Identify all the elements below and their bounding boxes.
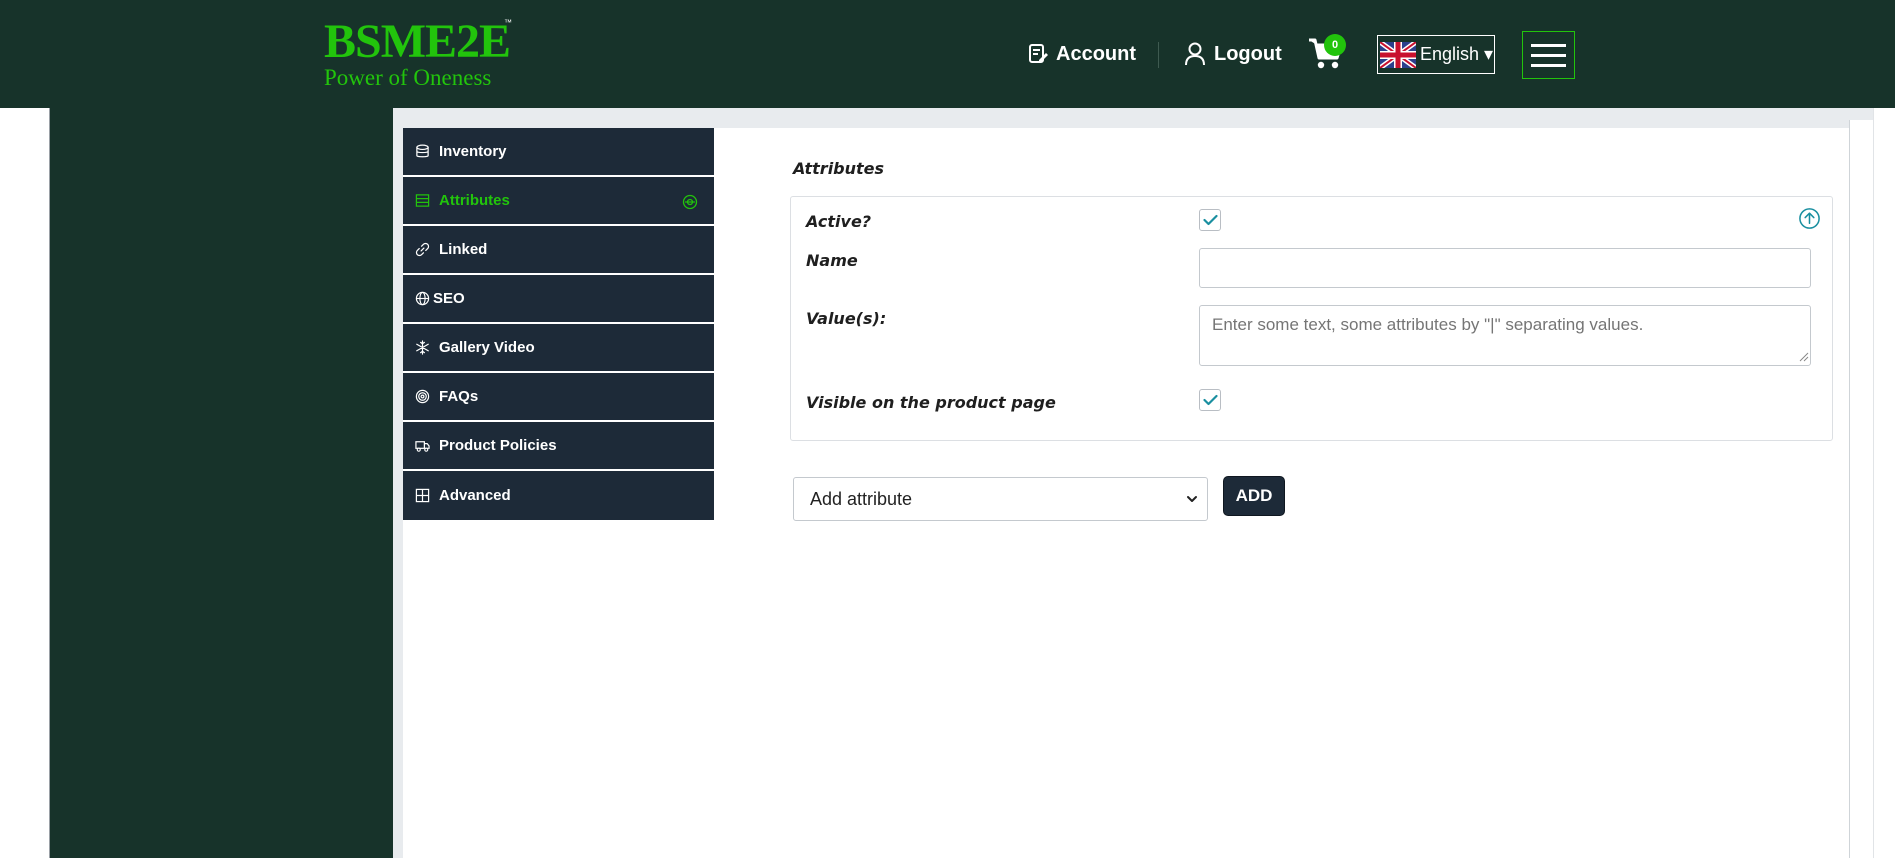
cart-count-badge: 0 bbox=[1324, 34, 1346, 56]
collapse-up-arrow-icon[interactable] bbox=[1798, 207, 1821, 230]
active-checkbox[interactable] bbox=[1199, 209, 1221, 231]
language-label: English ▾ bbox=[1420, 44, 1494, 64]
tab-label: FAQs bbox=[439, 388, 479, 405]
visible-on-product-page-label: Visible on the product page bbox=[806, 393, 1056, 412]
left-sidebar-panel bbox=[50, 108, 393, 858]
tab-inventory[interactable]: Inventory bbox=[403, 128, 714, 177]
add-attribute-select[interactable]: Add attribute bbox=[793, 477, 1208, 521]
logout-label: Logout bbox=[1214, 42, 1282, 65]
checkmark-icon bbox=[1202, 394, 1218, 406]
hamburger-menu-icon bbox=[1531, 43, 1566, 47]
brand-name: BSME2E bbox=[324, 15, 511, 68]
target-icon bbox=[415, 389, 430, 404]
visible-on-product-page-checkbox[interactable] bbox=[1199, 389, 1221, 411]
account-icon bbox=[1029, 44, 1048, 63]
site-header: BSME2E ™ Power of Oneness Account Logout… bbox=[0, 0, 1895, 108]
name-label: Name bbox=[806, 251, 858, 270]
tab-label: Gallery Video bbox=[439, 339, 535, 356]
link-icon bbox=[415, 242, 430, 257]
tab-label: Product Policies bbox=[439, 437, 557, 454]
active-label: Active? bbox=[806, 212, 872, 231]
language-selector[interactable]: English ▾ bbox=[1377, 35, 1495, 74]
truck-icon bbox=[415, 441, 430, 452]
tab-advanced[interactable]: Advanced bbox=[403, 471, 714, 520]
tab-label: SEO bbox=[433, 290, 465, 307]
content-top-bar bbox=[393, 108, 1873, 120]
logout-link[interactable]: Logout bbox=[1184, 40, 1282, 68]
account-label: Account bbox=[1056, 42, 1136, 65]
nav-divider bbox=[1158, 42, 1159, 68]
product-tabs: Inventory Attributes Linked SEO Gallery … bbox=[403, 128, 714, 520]
trademark-mark: ™ bbox=[504, 18, 512, 27]
tab-label: Advanced bbox=[439, 487, 511, 504]
tab-label: Linked bbox=[439, 241, 488, 258]
tab-linked[interactable]: Linked bbox=[403, 226, 714, 275]
page-right-border bbox=[1873, 108, 1874, 858]
hamburger-line bbox=[1531, 63, 1566, 67]
user-icon bbox=[1185, 42, 1205, 66]
brand-tagline: Power of Oneness bbox=[324, 65, 492, 90]
card-right-border bbox=[1849, 120, 1850, 858]
checkmark-icon bbox=[1202, 214, 1218, 226]
account-link[interactable]: Account bbox=[1028, 40, 1136, 68]
tab-seo[interactable]: SEO bbox=[403, 275, 714, 324]
active-tab-indicator-icon bbox=[682, 194, 698, 210]
snowflake-icon bbox=[416, 340, 429, 355]
database-icon bbox=[416, 144, 429, 158]
add-attribute-button[interactable]: ADD bbox=[1224, 477, 1284, 515]
tab-gallery-video[interactable]: Gallery Video bbox=[403, 324, 714, 373]
list-icon bbox=[415, 194, 430, 207]
hamburger-menu-button[interactable] bbox=[1522, 31, 1575, 79]
tab-label: Attributes bbox=[439, 192, 510, 209]
tab-attributes[interactable]: Attributes bbox=[403, 177, 714, 226]
hamburger-line bbox=[1531, 53, 1566, 57]
card-top-strip bbox=[393, 120, 1849, 128]
tab-faqs[interactable]: FAQs bbox=[403, 373, 714, 422]
attribute-name-input[interactable] bbox=[1199, 248, 1811, 288]
section-title: Attributes bbox=[793, 159, 885, 178]
grid-icon bbox=[415, 488, 430, 503]
values-label: Value(s): bbox=[806, 309, 887, 328]
chevron-down-icon bbox=[1187, 496, 1197, 502]
tab-label: Inventory bbox=[439, 143, 507, 160]
globe-icon bbox=[415, 291, 430, 306]
uk-flag-icon bbox=[1380, 41, 1416, 68]
brand-logo[interactable]: BSME2E ™ Power of Oneness bbox=[324, 15, 512, 90]
select-value: Add attribute bbox=[810, 488, 913, 509]
attribute-values-textarea[interactable] bbox=[1199, 305, 1811, 366]
resize-grip-icon[interactable] bbox=[1799, 352, 1809, 362]
tab-product-policies[interactable]: Product Policies bbox=[403, 422, 714, 471]
